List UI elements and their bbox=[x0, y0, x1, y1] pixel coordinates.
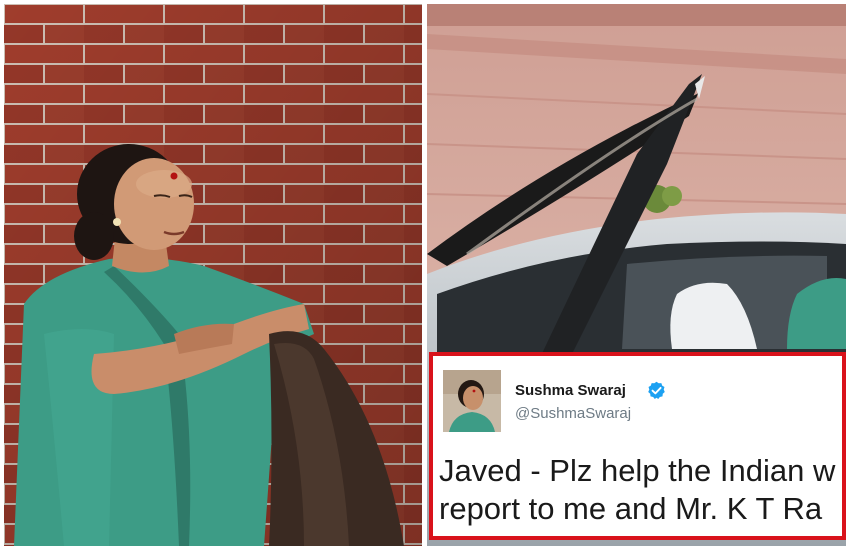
hair-bun bbox=[74, 212, 114, 260]
tweet-text-line-1: Javed - Plz help the Indian w bbox=[439, 453, 836, 488]
left-photo-panel bbox=[4, 4, 422, 546]
tweet-text: Javed - Plz help the Indian w report to … bbox=[439, 452, 842, 528]
brick-wall-portrait-photo bbox=[4, 4, 422, 546]
tweet-text-line-2: report to me and Mr. K T Ra bbox=[439, 491, 823, 526]
verified-badge-icon bbox=[648, 381, 665, 400]
bindi bbox=[170, 172, 178, 180]
tweet-card: Sushma Swaraj @SushmaSwaraj Javed - Plz … bbox=[429, 352, 846, 540]
tweet-display-name[interactable]: Sushma Swaraj bbox=[515, 382, 626, 399]
tweet-handle[interactable]: @SushmaSwaraj bbox=[515, 405, 631, 422]
tweet-avatar bbox=[443, 370, 501, 432]
